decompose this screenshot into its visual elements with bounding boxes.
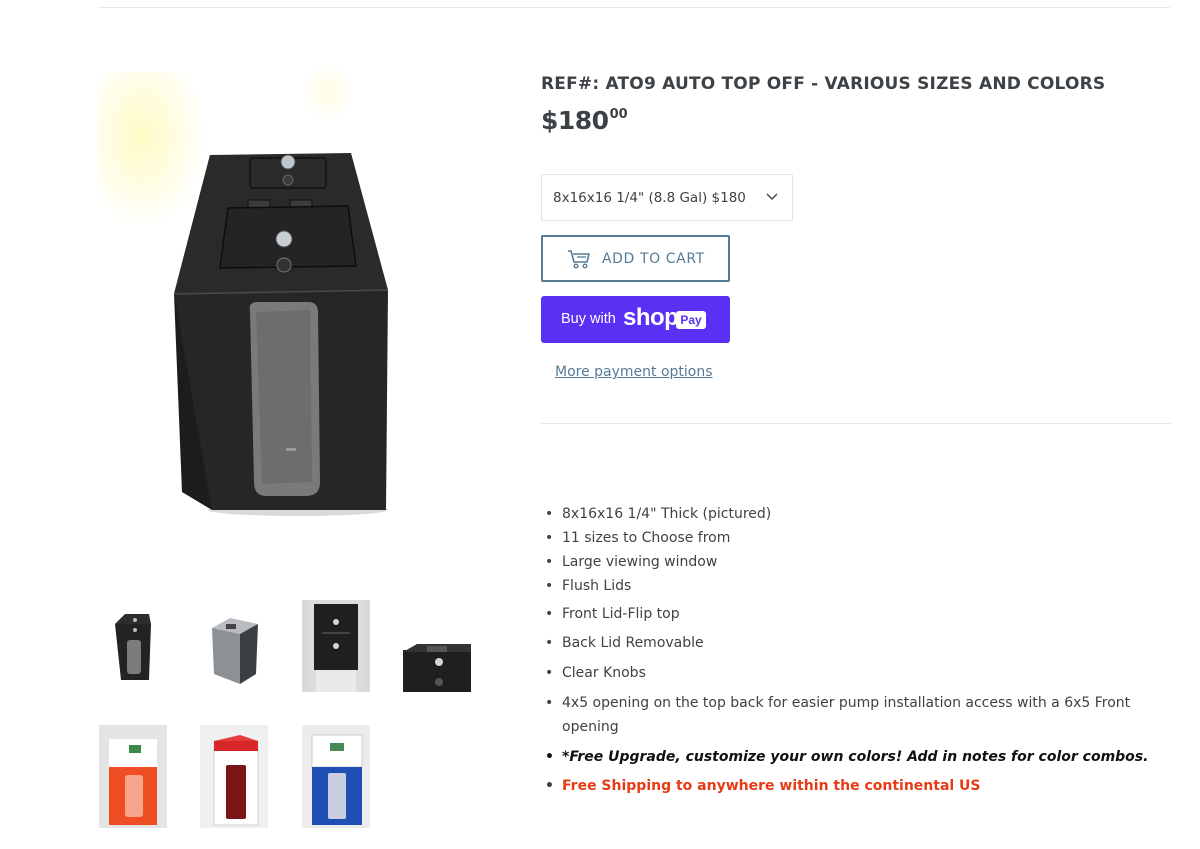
thumbnail-6[interactable] <box>200 725 268 828</box>
list-item-free-shipping: Free Shipping to anywhere within the con… <box>544 774 1174 798</box>
list-item: 11 sizes to Choose from <box>544 526 1174 550</box>
more-payment-options-link[interactable]: More payment options <box>555 364 713 380</box>
list-item: Back Lid Removable <box>544 631 1174 655</box>
thumbnail-image <box>115 614 151 680</box>
shop-pay-button[interactable]: Buy with shop Pay <box>541 296 730 343</box>
thumbnail-image <box>99 725 167 828</box>
product-price: $18000 <box>541 106 628 135</box>
list-item-upgrade-note: *Free Upgrade, customize your own colors… <box>544 745 1174 769</box>
list-item: Flush Lids <box>544 574 1174 598</box>
thumbnail-3[interactable] <box>302 600 370 692</box>
shop-wordmark: shop <box>623 304 679 331</box>
thumbnail-image <box>302 725 370 828</box>
thumbnail-image <box>212 618 258 684</box>
list-item: Front Lid-Flip top <box>544 602 1174 626</box>
thumbnail-image <box>310 600 362 692</box>
list-item: Large viewing window <box>544 550 1174 574</box>
thumbnail-1[interactable] <box>99 600 167 692</box>
thumbnail-2[interactable] <box>200 600 268 692</box>
thumbnail-image <box>200 725 268 828</box>
price-main: $180 <box>541 106 609 135</box>
add-to-cart-button[interactable]: ADD TO CART <box>541 235 730 282</box>
light-glare <box>298 62 358 122</box>
product-title: REF#: ATO9 AUTO TOP OFF - VARIOUS SIZES … <box>541 74 1106 94</box>
top-divider <box>98 7 1170 8</box>
list-item: 8x16x16 1/4" Thick (pictured) <box>544 502 1174 526</box>
feature-list: 8x16x16 1/4" Thick (pictured) 11 sizes t… <box>544 502 1174 798</box>
add-to-cart-label: ADD TO CART <box>602 251 705 267</box>
section-divider <box>541 423 1171 424</box>
thumbnail-4[interactable] <box>403 600 471 692</box>
variant-selected-value: 8x16x16 1/4" (8.8 Gal) $180 <box>553 190 746 206</box>
variant-select[interactable]: 8x16x16 1/4" (8.8 Gal) $180 <box>541 174 793 221</box>
main-product-image[interactable] <box>98 62 490 562</box>
list-item: 4x5 opening on the top back for easier p… <box>544 691 1174 739</box>
price-cents: 00 <box>609 107 628 122</box>
chevron-down-icon <box>766 193 778 200</box>
pay-badge: Pay <box>676 311 706 329</box>
thumbnail-image <box>403 644 471 692</box>
thumbnail-5[interactable] <box>99 725 167 828</box>
thumbnail-7[interactable] <box>302 725 370 828</box>
list-item: Clear Knobs <box>544 661 1174 685</box>
light-glare <box>98 72 208 232</box>
cart-icon <box>568 250 590 269</box>
buy-with-label: Buy with <box>561 311 616 327</box>
